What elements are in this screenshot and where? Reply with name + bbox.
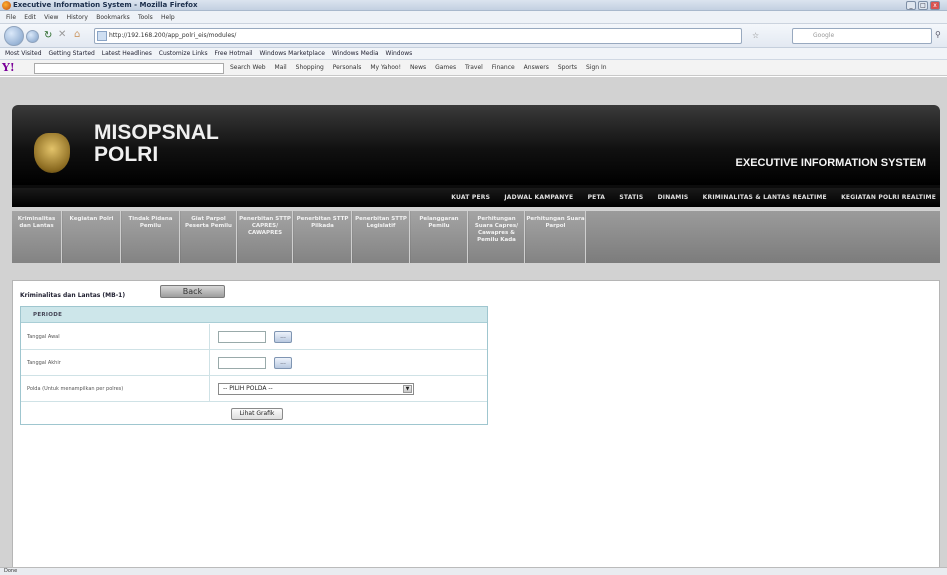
submenu-suara-capres[interactable]: Perhitungan Suara Capres/ Cawapres & Pem… [469, 211, 525, 263]
page-title: Kriminalitas dan Lantas (MB-1) [20, 292, 126, 299]
forward-arrow-icon[interactable] [26, 30, 39, 43]
submenu-pelanggaran[interactable]: Pelanggaran Pemilu [411, 211, 468, 263]
reload-icon[interactable]: ↻ [44, 30, 52, 41]
yahoo-item[interactable]: Mail [275, 64, 287, 71]
bookmark-star-icon[interactable]: ☆ [752, 31, 759, 40]
yahoo-item[interactable]: Search Web [230, 64, 266, 71]
yahoo-item[interactable]: Finance [492, 64, 515, 71]
back-arrow-icon[interactable] [4, 26, 24, 46]
url-text: http://192.168.200/app_polri_eis/modules… [109, 32, 237, 39]
menu-file[interactable]: File [6, 11, 16, 24]
topnav-jadwal-kampanye[interactable]: JADWAL KAMPANYE [504, 188, 573, 207]
bookmark-item[interactable]: Free Hotmail [215, 50, 253, 57]
topnav-kriminalitas-realtime[interactable]: KRIMINALITAS & LANTAS REALTIME [703, 188, 827, 207]
yahoo-item[interactable]: Games [435, 64, 456, 71]
search-icon[interactable]: ⚲ [935, 30, 941, 39]
menu-history[interactable]: History [67, 11, 88, 24]
menu-tools[interactable]: Tools [138, 11, 153, 24]
label-tanggal-awal: Tanggal Awal [27, 334, 60, 340]
submenu-sttp-pilkada[interactable]: Penerbitan STTP Pilkada [294, 211, 352, 263]
yahoo-item[interactable]: Sports [558, 64, 577, 71]
maximize-button[interactable]: □ [918, 1, 928, 10]
yahoo-item[interactable]: News [410, 64, 426, 71]
submenu-sttp-capres[interactable]: Penerbitan STTP CAPRES/ CAWAPRES [238, 211, 293, 263]
row-polda: Polda (Untuk menampilkan per polres) -- … [21, 376, 487, 402]
label-polda: Polda (Untuk menampilkan per polres) [27, 386, 124, 392]
browser-viewport: MISOPSNAL POLRI EXECUTIVE INFORMATION SY… [0, 77, 947, 571]
row-tanggal-awal: Tanggal Awal ... [21, 324, 487, 350]
yahoo-item[interactable]: Shopping [296, 64, 324, 71]
submenu-tindak-pidana[interactable]: Tindak Pidana Pemilu [122, 211, 180, 263]
status-bar: Done [0, 567, 947, 575]
row-divider [209, 376, 210, 401]
stop-icon[interactable]: ✕ [58, 29, 66, 40]
bookmark-item[interactable]: Windows Marketplace [259, 50, 324, 57]
yahoo-logo[interactable]: Y! [2, 60, 15, 75]
site-subtitle: EXECUTIVE INFORMATION SYSTEM [735, 157, 926, 169]
bookmark-item[interactable]: Latest Headlines [102, 50, 152, 57]
polda-select[interactable]: -- PILIH POLDA -- ▼ [218, 383, 414, 395]
row-tanggal-akhir: Tanggal Akhir ... [21, 350, 487, 376]
bookmark-item[interactable]: Getting Started [48, 50, 94, 57]
menu-bar: File Edit View History Bookmarks Tools H… [0, 11, 947, 24]
site-brand-line2: POLRI [94, 143, 159, 166]
submenu-sttp-legislatif[interactable]: Penerbitan STTP Legislatif [353, 211, 410, 263]
topnav-kegiatan-realtime[interactable]: KEGIATAN POLRI REALTIME [841, 188, 936, 207]
periode-form: PERIODE Tanggal Awal ... Tanggal Akhir .… [20, 306, 488, 425]
bookmark-item[interactable]: Windows Media [332, 50, 379, 57]
submenu-suara-parpol[interactable]: Perhitungan Suara Parpol [526, 211, 586, 263]
polda-select-value: -- PILIH POLDA -- [223, 385, 273, 392]
yahoo-item[interactable]: My Yahoo! [370, 64, 401, 71]
menu-help[interactable]: Help [161, 11, 175, 24]
menu-edit[interactable]: Edit [24, 11, 36, 24]
window-title: Executive Information System - Mozilla F… [13, 1, 198, 9]
yahoo-item[interactable]: Personals [333, 64, 362, 71]
close-button[interactable]: x [930, 1, 940, 10]
bookmark-item[interactable]: Windows [386, 50, 413, 57]
yahoo-item[interactable]: Answers [524, 64, 549, 71]
minimize-button[interactable]: _ [906, 1, 916, 10]
menu-view[interactable]: View [44, 11, 58, 24]
polri-emblem-icon [34, 133, 70, 173]
submenu-giat-parpol[interactable]: Giat Parpol Peserta Pemilu [181, 211, 237, 263]
back-button[interactable]: Back [160, 285, 225, 298]
submenu-kriminalitas[interactable]: Kriminalitas dan Lantas [12, 211, 62, 263]
menu-bookmarks[interactable]: Bookmarks [96, 11, 130, 24]
firefox-icon [2, 1, 11, 10]
yahoo-toolbar: Y! Search Web Mail Shopping Personals My… [0, 60, 947, 76]
row-divider [209, 324, 210, 349]
navigation-toolbar: ↻ ✕ ⌂ http://192.168.200/app_polri_eis/m… [0, 24, 947, 48]
bookmark-item[interactable]: Most Visited [5, 50, 42, 57]
row-divider [209, 350, 210, 375]
bookmark-item[interactable]: Customize Links [159, 50, 208, 57]
home-icon[interactable]: ⌂ [74, 29, 80, 40]
lihat-grafik-button[interactable]: Lihat Grafik [231, 408, 283, 420]
yahoo-item[interactable]: Sign In [586, 64, 607, 71]
label-tanggal-akhir: Tanggal Akhir [27, 360, 61, 366]
topnav-dinamis[interactable]: DINAMIS [658, 188, 689, 207]
yahoo-item[interactable]: Travel [465, 64, 483, 71]
yahoo-search-input[interactable] [34, 63, 224, 74]
tanggal-awal-input[interactable] [218, 331, 266, 343]
calendar-akhir-button[interactable]: ... [274, 357, 292, 369]
search-placeholder: Google [813, 32, 835, 39]
sub-menu: Kriminalitas dan Lantas Kegiatan Polri T… [12, 211, 940, 263]
calendar-awal-button[interactable]: ... [274, 331, 292, 343]
site-header: MISOPSNAL POLRI EXECUTIVE INFORMATION SY… [12, 105, 940, 185]
search-input[interactable]: Google [792, 28, 932, 44]
chevron-down-icon[interactable]: ▼ [403, 385, 412, 393]
form-header: PERIODE [21, 307, 487, 323]
topnav-peta[interactable]: PETA [588, 188, 606, 207]
page-favicon-icon [97, 31, 107, 41]
tanggal-akhir-input[interactable] [218, 357, 266, 369]
top-nav: KUAT PERS JADWAL KAMPANYE PETA STATIS DI… [12, 188, 940, 207]
bookmarks-toolbar: Most Visited Getting Started Latest Head… [0, 48, 947, 60]
topnav-kuat-pers[interactable]: KUAT PERS [451, 188, 490, 207]
url-bar[interactable]: http://192.168.200/app_polri_eis/modules… [94, 28, 742, 44]
topnav-statis[interactable]: STATIS [619, 188, 643, 207]
submenu-kegiatan-polri[interactable]: Kegiatan Polri [63, 211, 121, 263]
window-titlebar: Executive Information System - Mozilla F… [0, 0, 947, 11]
site-brand-line1: MISOPSNAL [94, 121, 219, 144]
